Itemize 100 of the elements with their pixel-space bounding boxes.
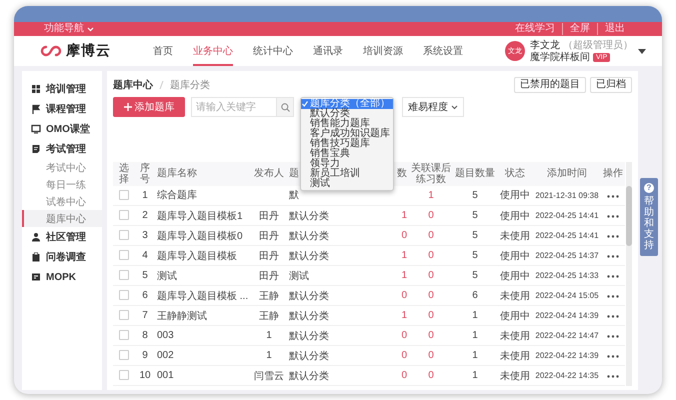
table-cell: 6 — [135, 286, 155, 306]
more-icon[interactable] — [607, 335, 619, 338]
table-cell: 0 — [335, 326, 409, 346]
row-checkbox[interactable] — [119, 230, 129, 240]
sidebar-subitem[interactable]: 考试中心 — [22, 159, 102, 176]
table-cell: 未使用 — [497, 326, 533, 346]
sidebar-item[interactable]: MOPK — [22, 267, 102, 287]
table-cell: 0 — [409, 306, 453, 326]
table-cell: 0 — [409, 366, 453, 386]
table-cell: 5 — [453, 186, 497, 206]
table-cell: 题库导入题目模板 ... — [155, 286, 251, 306]
user-name: 李文龙 — [530, 40, 560, 50]
table-cell: 001 — [155, 366, 251, 386]
caret-icon — [87, 26, 94, 32]
table-cell: 0 — [335, 346, 409, 366]
sidebar-subitem[interactable]: 题库中心 — [22, 210, 102, 227]
sidebar-item[interactable]: OMO课堂 — [22, 119, 102, 139]
dropdown-option[interactable]: 销售能力题库 — [301, 119, 393, 129]
table-cell: 王静 — [251, 286, 287, 306]
difficulty-select[interactable]: 难易程度 — [402, 97, 464, 117]
more-icon[interactable] — [607, 255, 619, 258]
table-cell: 8 — [135, 326, 155, 346]
scrollbar[interactable] — [626, 162, 632, 386]
sidebar-subitem[interactable]: 每日一练 — [22, 176, 102, 193]
row-checkbox[interactable] — [119, 370, 129, 380]
nav-tab[interactable]: 统计中心 — [253, 36, 293, 66]
table-cell: 1 — [335, 246, 409, 266]
sidebar-item[interactable]: 课程管理 — [22, 99, 102, 119]
table-cell: 使用中 — [497, 306, 533, 326]
dropdown-option[interactable]: 销售宝典 — [301, 149, 393, 159]
row-checkbox[interactable] — [119, 350, 129, 360]
row-checkbox[interactable] — [119, 290, 129, 300]
sidebar-item[interactable]: 社区管理 — [22, 227, 102, 247]
caret-icon[interactable] — [638, 48, 646, 54]
row-checkbox[interactable] — [119, 330, 129, 340]
row-checkbox[interactable] — [119, 190, 129, 200]
column-header: 发布人 — [251, 162, 287, 186]
sidebar-subitem[interactable]: 试卷中心 — [22, 193, 102, 210]
nav-tab[interactable]: 业务中心 — [193, 36, 233, 66]
table-cell: 默认分类 — [287, 346, 335, 366]
help-support-tab[interactable]: ? 帮助和支持 — [640, 178, 658, 256]
logo-text: 摩博云 — [66, 42, 111, 60]
more-icon[interactable] — [607, 295, 619, 298]
action-button[interactable]: 已归档 — [590, 77, 632, 93]
table-cell: 1 — [453, 366, 497, 386]
table-cell: 田丹 — [251, 246, 287, 266]
table-cell: 王静静测试 — [155, 306, 251, 326]
dropdown-option[interactable]: 默认分类 — [301, 109, 393, 119]
table-cell: 1 — [335, 306, 409, 326]
table-cell: 1 — [453, 346, 497, 366]
table-cell: 0 — [409, 346, 453, 366]
table-cell: 使用中 — [497, 266, 533, 286]
search-icon[interactable] — [280, 102, 290, 112]
table-cell: 2022-04-24 14:39 — [533, 306, 601, 326]
people-icon — [31, 232, 41, 242]
search-field[interactable]: 请输入关键字 — [191, 97, 276, 117]
row-checkbox[interactable] — [119, 270, 129, 280]
more-icon[interactable] — [607, 194, 619, 198]
nav-tab[interactable]: 培训资源 — [363, 36, 403, 66]
nav-tab[interactable]: 通讯录 — [313, 36, 343, 66]
table-cell: 题库导入题目模板 — [155, 246, 251, 266]
document-icon — [31, 144, 41, 154]
row-checkbox[interactable] — [119, 210, 129, 220]
column-header: 题目数量 — [453, 162, 497, 186]
more-icon[interactable] — [607, 355, 619, 358]
action-button[interactable]: 已禁用的题目 — [514, 77, 586, 93]
nav-tab[interactable]: 系统设置 — [423, 36, 463, 66]
table-cell: 测试 — [155, 266, 251, 286]
sidebar-item[interactable]: 考试管理 — [22, 139, 102, 159]
table-cell: 使用中 — [497, 186, 533, 206]
column-header: 选择 — [113, 162, 135, 186]
dropdown-option[interactable]: 题库分类（全部） — [301, 99, 393, 109]
board-icon — [31, 272, 41, 282]
table-cell: 2022-04-22 14:39 — [533, 346, 601, 366]
search-button[interactable] — [276, 97, 294, 117]
more-icon[interactable] — [607, 215, 619, 218]
sidebar-item[interactable]: 问卷调查 — [22, 247, 102, 267]
more-icon[interactable] — [607, 235, 619, 238]
table-cell: 未使用 — [497, 366, 533, 386]
more-icon[interactable] — [607, 315, 619, 318]
more-icon[interactable] — [607, 375, 619, 378]
table-cell: 田丹 — [251, 266, 287, 286]
row-checkbox[interactable] — [119, 250, 129, 260]
table-cell: 默认分类 — [287, 206, 335, 226]
more-icon[interactable] — [607, 275, 619, 278]
table-cell: 综合题库 — [155, 186, 251, 206]
dropdown-option[interactable]: 销售技巧题库 — [301, 139, 393, 149]
add-bank-button[interactable]: 添加题库 — [113, 97, 185, 117]
table-cell: 5 — [453, 266, 497, 286]
dropdown-option[interactable]: 客户成功知识题库 — [301, 129, 393, 139]
breadcrumb-item[interactable]: 题库中心 — [113, 78, 153, 92]
table-cell: 1 — [453, 326, 497, 346]
row-checkbox[interactable] — [119, 310, 129, 320]
table-cell: 2022-04-25 14:33 — [533, 266, 601, 286]
table-cell: 003 — [155, 326, 251, 346]
table-cell: 1 — [251, 346, 287, 366]
table-cell: 默认分类 — [287, 306, 335, 326]
sidebar-item[interactable]: 培训管理 — [22, 79, 102, 99]
nav-tab[interactable]: 首页 — [153, 36, 173, 66]
table-cell: 未使用 — [497, 226, 533, 246]
